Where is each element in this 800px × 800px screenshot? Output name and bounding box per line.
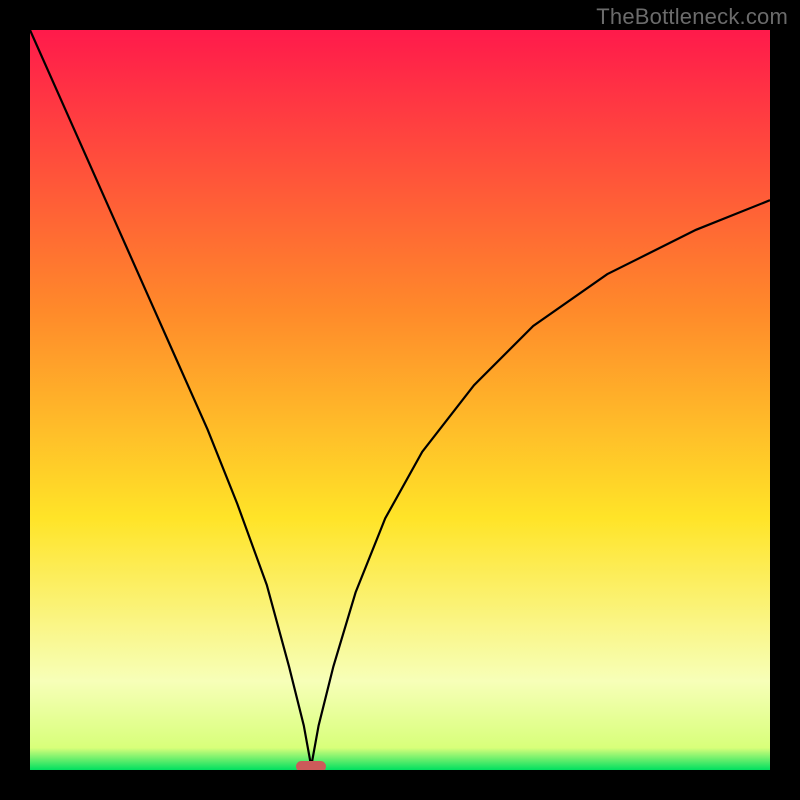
plot-area: [30, 30, 770, 770]
bottleneck-curve: [30, 30, 770, 770]
chart-frame: TheBottleneck.com: [0, 0, 800, 800]
attribution-text: TheBottleneck.com: [596, 4, 788, 30]
bottleneck-marker: [296, 761, 326, 770]
